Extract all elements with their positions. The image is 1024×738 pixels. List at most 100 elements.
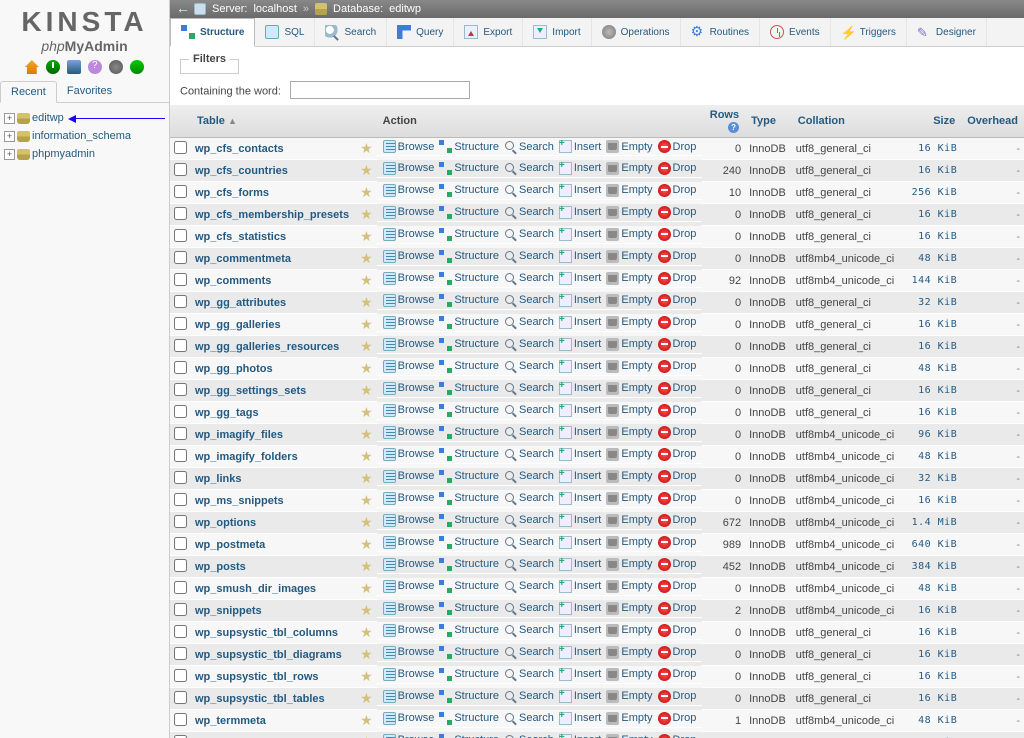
- search-link[interactable]: Search: [519, 558, 554, 570]
- tab-designer[interactable]: Designer: [907, 18, 987, 46]
- drop-link[interactable]: Drop: [673, 734, 697, 738]
- table-name-link[interactable]: wp_cfs_forms: [195, 187, 269, 199]
- db-link[interactable]: editwp: [389, 3, 421, 15]
- empty-link[interactable]: Empty: [621, 492, 652, 504]
- favorite-star-icon[interactable]: ★: [360, 272, 373, 288]
- structure-link[interactable]: Structure: [454, 141, 499, 153]
- filter-input[interactable]: [290, 81, 470, 99]
- favorite-star-icon[interactable]: ★: [360, 734, 373, 738]
- empty-link[interactable]: Empty: [621, 162, 652, 174]
- browse-link[interactable]: Browse: [398, 580, 435, 592]
- structure-link[interactable]: Structure: [454, 448, 499, 460]
- favorite-star-icon[interactable]: ★: [360, 404, 373, 420]
- tab-sql[interactable]: SQL: [255, 18, 315, 46]
- search-link[interactable]: Search: [519, 206, 554, 218]
- row-checkbox[interactable]: [174, 691, 187, 704]
- browse-link[interactable]: Browse: [398, 250, 435, 262]
- drop-link[interactable]: Drop: [673, 470, 697, 482]
- search-link[interactable]: Search: [519, 690, 554, 702]
- size-link[interactable]: 48 KiB: [918, 363, 957, 374]
- table-name-link[interactable]: wp_gg_settings_sets: [195, 385, 306, 397]
- search-link[interactable]: Search: [519, 624, 554, 636]
- drop-link[interactable]: Drop: [673, 448, 697, 460]
- favorite-star-icon[interactable]: ★: [360, 602, 373, 618]
- tab-search[interactable]: Search: [315, 18, 387, 46]
- empty-link[interactable]: Empty: [621, 294, 652, 306]
- structure-link[interactable]: Structure: [454, 360, 499, 372]
- rows-help-icon[interactable]: ?: [728, 122, 739, 133]
- search-link[interactable]: Search: [519, 536, 554, 548]
- structure-link[interactable]: Structure: [454, 426, 499, 438]
- size-link[interactable]: 32 KiB: [918, 297, 957, 308]
- table-name-link[interactable]: wp_gg_galleries: [195, 319, 281, 331]
- insert-link[interactable]: Insert: [574, 470, 602, 482]
- table-name-link[interactable]: wp_smush_dir_images: [195, 583, 316, 595]
- size-link[interactable]: 16 KiB: [918, 231, 957, 242]
- table-name-link[interactable]: wp_gg_photos: [195, 363, 273, 375]
- size-link[interactable]: 16 KiB: [918, 649, 957, 660]
- browse-link[interactable]: Browse: [398, 141, 435, 153]
- favorite-star-icon[interactable]: ★: [360, 250, 373, 266]
- insert-link[interactable]: Insert: [574, 250, 602, 262]
- tree-db-name[interactable]: phpmyadmin: [32, 146, 95, 162]
- table-scroll[interactable]: Table ▲ Action Rows ? Type Collation Siz…: [170, 105, 1024, 738]
- browse-link[interactable]: Browse: [398, 272, 435, 284]
- col-type[interactable]: Type: [751, 115, 776, 127]
- insert-link[interactable]: Insert: [574, 162, 602, 174]
- drop-link[interactable]: Drop: [673, 426, 697, 438]
- expand-icon[interactable]: +: [4, 131, 15, 142]
- row-checkbox[interactable]: [174, 229, 187, 242]
- browse-link[interactable]: Browse: [398, 206, 435, 218]
- drop-link[interactable]: Drop: [673, 580, 697, 592]
- drop-link[interactable]: Drop: [673, 184, 697, 196]
- drop-link[interactable]: Drop: [673, 206, 697, 218]
- insert-link[interactable]: Insert: [574, 404, 602, 416]
- structure-link[interactable]: Structure: [454, 272, 499, 284]
- table-name-link[interactable]: wp_ms_snippets: [195, 495, 284, 507]
- search-link[interactable]: Search: [519, 382, 554, 394]
- structure-link[interactable]: Structure: [454, 580, 499, 592]
- back-icon[interactable]: ←: [176, 3, 188, 15]
- row-checkbox[interactable]: [174, 559, 187, 572]
- home-icon[interactable]: [25, 60, 39, 74]
- drop-link[interactable]: Drop: [673, 404, 697, 416]
- favorite-star-icon[interactable]: ★: [360, 162, 373, 178]
- insert-link[interactable]: Insert: [574, 338, 602, 350]
- drop-link[interactable]: Drop: [673, 382, 697, 394]
- browse-link[interactable]: Browse: [398, 734, 435, 738]
- row-checkbox[interactable]: [174, 603, 187, 616]
- tab-export[interactable]: Export: [454, 18, 523, 46]
- table-name-link[interactable]: wp_cfs_statistics: [195, 231, 286, 243]
- insert-link[interactable]: Insert: [574, 734, 602, 738]
- search-link[interactable]: Search: [519, 602, 554, 614]
- tree-item[interactable]: + information_schema: [4, 127, 165, 145]
- insert-link[interactable]: Insert: [574, 206, 602, 218]
- table-name-link[interactable]: wp_posts: [195, 561, 246, 573]
- structure-link[interactable]: Structure: [454, 294, 499, 306]
- insert-link[interactable]: Insert: [574, 646, 602, 658]
- favorite-star-icon[interactable]: ★: [360, 514, 373, 530]
- insert-link[interactable]: Insert: [574, 426, 602, 438]
- drop-link[interactable]: Drop: [673, 712, 697, 724]
- favorite-star-icon[interactable]: ★: [360, 448, 373, 464]
- size-link[interactable]: 144 KiB: [912, 275, 958, 286]
- expand-icon[interactable]: +: [4, 113, 15, 124]
- structure-link[interactable]: Structure: [454, 162, 499, 174]
- server-link[interactable]: localhost: [253, 3, 296, 15]
- browse-link[interactable]: Browse: [398, 316, 435, 328]
- empty-link[interactable]: Empty: [621, 602, 652, 614]
- favorite-star-icon[interactable]: ★: [360, 690, 373, 706]
- empty-link[interactable]: Empty: [621, 448, 652, 460]
- empty-link[interactable]: Empty: [621, 141, 652, 153]
- drop-link[interactable]: Drop: [673, 228, 697, 240]
- favorite-star-icon[interactable]: ★: [360, 426, 373, 442]
- empty-link[interactable]: Empty: [621, 404, 652, 416]
- table-name-link[interactable]: wp_imagify_folders: [195, 451, 298, 463]
- size-link[interactable]: 16 KiB: [918, 209, 957, 220]
- empty-link[interactable]: Empty: [621, 668, 652, 680]
- browse-link[interactable]: Browse: [398, 668, 435, 680]
- logout-icon[interactable]: [46, 60, 60, 74]
- structure-link[interactable]: Structure: [454, 206, 499, 218]
- size-link[interactable]: 32 KiB: [918, 473, 957, 484]
- table-name-link[interactable]: wp_supsystic_tbl_tables: [195, 693, 325, 705]
